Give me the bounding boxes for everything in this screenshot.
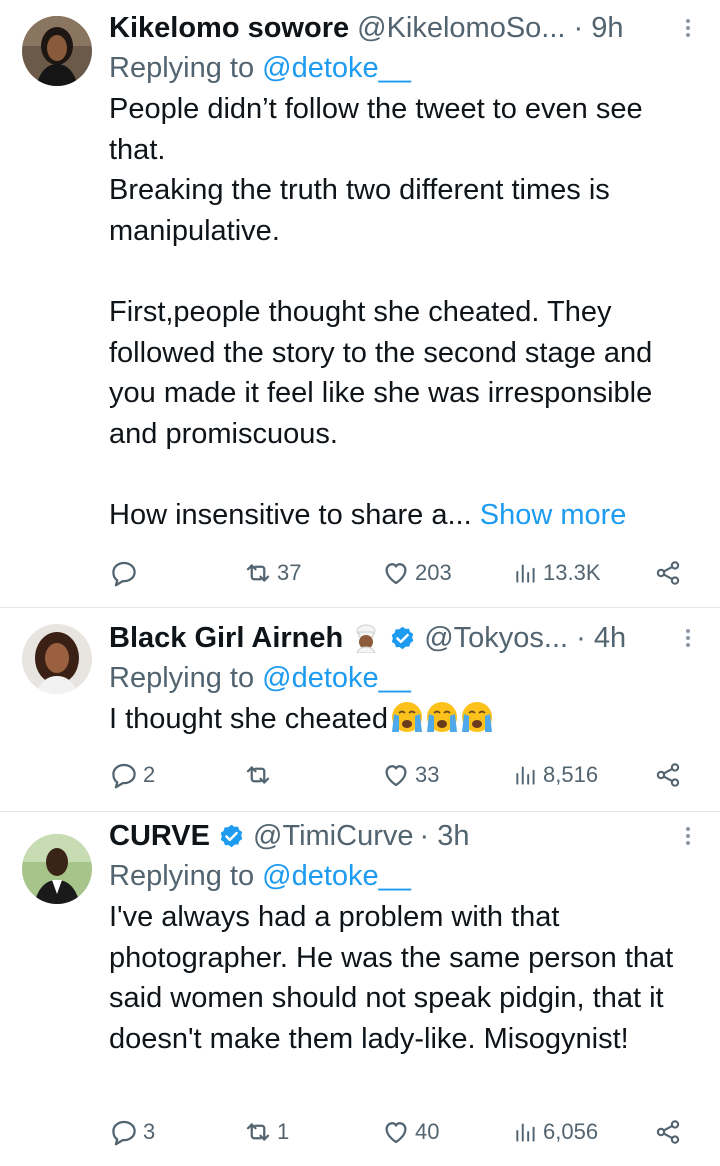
avatar[interactable]: [22, 624, 92, 694]
tweet-actions: 3 1 40 6,056: [109, 1112, 682, 1152]
show-more-link[interactable]: Show more: [480, 499, 627, 531]
more-options-icon[interactable]: [674, 14, 702, 42]
views-icon: [516, 766, 535, 785]
share-icon: [656, 561, 680, 585]
body-paragraph: People didn’t follow the tweet to even s…: [109, 93, 643, 166]
replying-to: Replying to @detoke__: [109, 658, 702, 698]
retweet-button[interactable]: 37: [243, 553, 301, 593]
retweet-count: 1: [277, 1119, 290, 1144]
tweet-curve[interactable]: CURVE @TimiCurve · 3h Replying to @detok…: [0, 812, 720, 1166]
tweet-text-content: I thought she cheated: [109, 703, 388, 735]
avatar[interactable]: [22, 16, 92, 86]
mention-link[interactable]: @detoke__: [262, 860, 411, 892]
share-button[interactable]: [654, 553, 682, 593]
avatar[interactable]: [22, 834, 92, 904]
reply-button[interactable]: 2: [109, 755, 155, 795]
views-count: 13.3K: [543, 560, 601, 585]
reply-count: 3: [143, 1119, 156, 1144]
display-name[interactable]: Black Girl Airneh: [109, 618, 343, 658]
views-button[interactable]: 13.3K: [513, 553, 601, 593]
body-paragraph: First,people thought she cheated. They f…: [109, 295, 653, 450]
reply-button[interactable]: 3: [109, 1112, 155, 1152]
share-button[interactable]: [654, 755, 682, 795]
reply-icon: [112, 763, 136, 789]
mention-link[interactable]: @detoke__: [262, 52, 411, 84]
tweet-text: People didn’t follow the tweet to even s…: [109, 89, 702, 536]
replying-prefix: Replying to: [109, 52, 263, 84]
replying-prefix: Replying to: [109, 662, 263, 694]
like-count: 33: [415, 762, 440, 787]
like-button[interactable]: 203: [381, 553, 452, 593]
truncated-text: How insensitive to share a...: [109, 498, 480, 531]
reply-feed: Kikelomo sowore @KikelomoSo... · 9h Repl…: [0, 0, 720, 1166]
views-count: 6,056: [543, 1119, 599, 1144]
like-button[interactable]: 33: [381, 755, 439, 795]
body-paragraph-gap: [109, 454, 702, 495]
tweet-text: I've always had a problem with that phot…: [109, 897, 702, 1059]
tweet-content: CURVE @TimiCurve · 3h Replying to @detok…: [109, 816, 702, 1059]
replying-to: Replying to @detoke__: [109, 48, 702, 88]
mention-link[interactable]: @detoke__: [262, 662, 411, 694]
like-count: 40: [415, 1119, 440, 1144]
retweet-icon: [246, 766, 270, 784]
loudly-crying-face-emoji: [390, 700, 494, 746]
like-count: 203: [415, 560, 452, 585]
body-paragraph-gap: [109, 251, 702, 292]
heart-icon: [385, 563, 407, 585]
body-paragraph: How insensitive to share a... Show more: [109, 495, 702, 536]
retweet-button[interactable]: 1: [243, 1112, 289, 1152]
tweet-content: Kikelomo sowore @KikelomoSo... · 9h Repl…: [109, 8, 702, 536]
views-count: 8,516: [543, 762, 599, 787]
tweet-kikelomo[interactable]: Kikelomo sowore @KikelomoSo... · 9h Repl…: [0, 0, 720, 608]
replying-prefix: Replying to: [109, 860, 263, 892]
share-icon: [656, 1120, 680, 1144]
views-icon: [516, 1123, 535, 1142]
views-button[interactable]: 6,056: [513, 1112, 598, 1152]
tweet-black-girl-airneh[interactable]: Black Girl Airneh @Tokyos... · 4h Replyi…: [0, 608, 720, 812]
tweet-header: CURVE @TimiCurve · 3h: [109, 816, 702, 856]
tweet-actions: 2 33 8,516: [109, 755, 682, 795]
body-paragraph: I've always had a problem with that phot…: [109, 901, 674, 1055]
reply-count: 2: [143, 762, 156, 787]
verified-badge-icon: [218, 823, 245, 850]
more-options-icon[interactable]: [674, 624, 702, 652]
retweet-icon: [246, 1123, 270, 1141]
tweet-header: Kikelomo sowore @KikelomoSo... · 9h: [109, 8, 702, 48]
body-paragraph: Breaking the truth two different times i…: [109, 174, 610, 247]
share-icon: [656, 763, 680, 787]
heart-icon: [385, 765, 407, 787]
views-button[interactable]: 8,516: [513, 755, 598, 795]
tweet-header: Black Girl Airneh @Tokyos... · 4h: [109, 618, 702, 658]
retweet-count: 37: [277, 560, 302, 585]
reply-icon: [112, 561, 136, 587]
replying-to: Replying to @detoke__: [109, 856, 702, 896]
timestamp[interactable]: · 4h: [576, 618, 626, 658]
body-paragraph: I thought she cheated: [109, 699, 702, 746]
handle[interactable]: @TimiCurve: [253, 816, 413, 856]
reply-icon: [112, 1120, 136, 1146]
tweet-text: I thought she cheated: [109, 699, 702, 746]
views-icon: [516, 564, 535, 583]
display-name[interactable]: Kikelomo sowore: [109, 8, 349, 48]
tweet-actions: 37 203 13.3K: [109, 553, 682, 593]
like-button[interactable]: 40: [381, 1112, 439, 1152]
handle[interactable]: @KikelomoSo...: [357, 8, 565, 48]
retweet-icon: [246, 564, 270, 582]
timestamp[interactable]: · 3h: [419, 816, 469, 856]
retweet-button[interactable]: [243, 755, 277, 795]
verified-badge-icon: [389, 625, 416, 652]
cook-emoji: [351, 623, 381, 653]
reply-button[interactable]: [109, 553, 143, 593]
handle[interactable]: @Tokyos...: [424, 618, 568, 658]
share-button[interactable]: [654, 1112, 682, 1152]
heart-icon: [385, 1122, 407, 1144]
more-options-icon[interactable]: [674, 822, 702, 850]
timestamp[interactable]: · 9h: [573, 8, 623, 48]
tweet-content: Black Girl Airneh @Tokyos... · 4h Replyi…: [109, 618, 702, 746]
display-name[interactable]: CURVE: [109, 816, 210, 856]
